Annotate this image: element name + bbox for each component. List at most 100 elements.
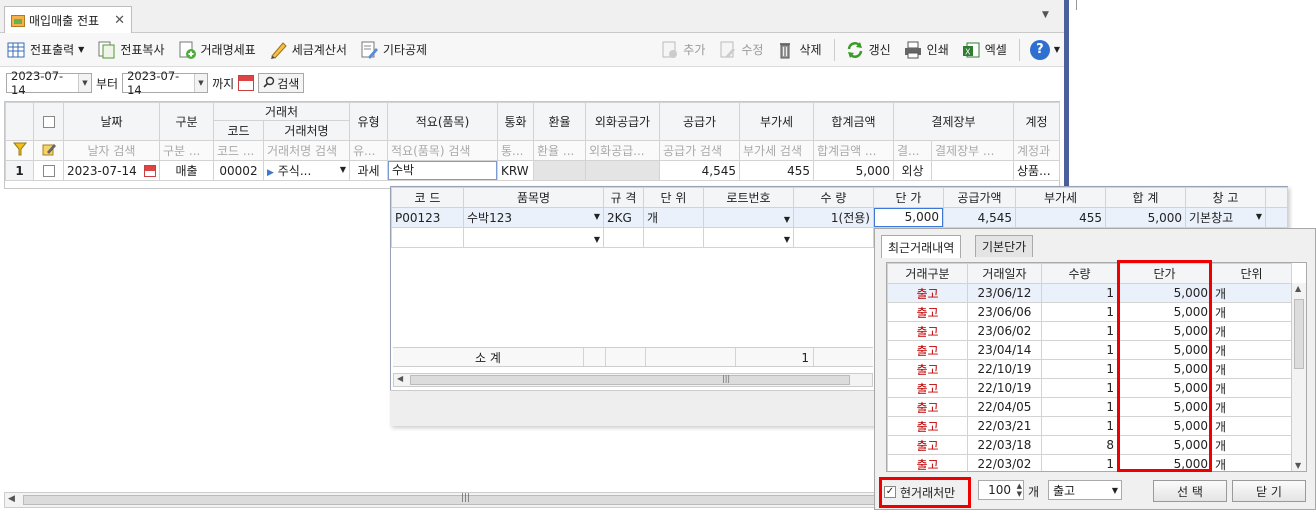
items-col-spec[interactable]: 규 격 bbox=[603, 187, 644, 208]
item-price[interactable]: 5,000 bbox=[873, 207, 944, 228]
recent-cell-qty[interactable]: 1 bbox=[1041, 454, 1118, 471]
table-row[interactable]: 출고 22/03/21 1 5,000 개 bbox=[887, 416, 1292, 436]
cell-total[interactable]: 5,000 bbox=[813, 160, 894, 181]
recent-cell-unit[interactable]: 개 bbox=[1211, 378, 1292, 398]
cell-code[interactable]: 00002 bbox=[213, 160, 264, 181]
statement-button[interactable]: 거래명세표 bbox=[177, 37, 256, 63]
cell-vat[interactable]: 455 bbox=[739, 160, 814, 181]
date-to-field[interactable]: 2023-07-14 ▼ bbox=[122, 69, 209, 97]
recent-cell-kind[interactable]: 출고 bbox=[887, 435, 968, 455]
refresh-button[interactable]: 갱신 bbox=[845, 37, 891, 63]
cell-supply[interactable]: 4,545 bbox=[659, 160, 740, 181]
print-button[interactable]: 인쇄 bbox=[903, 37, 949, 63]
scroll-up-icon[interactable]: ▲ bbox=[1295, 284, 1301, 293]
item-empty-cell[interactable] bbox=[793, 227, 874, 248]
scroll-left-icon[interactable]: ◀ bbox=[397, 374, 403, 383]
items-col-total[interactable]: 합 계 bbox=[1105, 187, 1186, 208]
col-account[interactable]: 계정 bbox=[1013, 102, 1061, 141]
items-col-vat[interactable]: 부가세 bbox=[1015, 187, 1106, 208]
recent-cell-date[interactable]: 22/10/19 bbox=[967, 359, 1042, 379]
date-from-field[interactable]: 2023-07-14 ▼ bbox=[6, 69, 92, 97]
items-col-unit[interactable]: 단 위 bbox=[643, 187, 704, 208]
table-row[interactable]: 출고 23/04/14 1 5,000 개 bbox=[887, 340, 1292, 360]
cell-settlement[interactable]: 외상 bbox=[893, 160, 932, 181]
select-button[interactable]: 선 택 bbox=[1153, 480, 1227, 502]
recent-cell-unit[interactable]: 개 bbox=[1211, 397, 1292, 417]
item-empty-lot[interactable]: ▼ bbox=[703, 227, 794, 248]
items-col-price[interactable]: 단 가 bbox=[873, 187, 944, 208]
cell-partner-name[interactable]: ▶ 주식... ▼ bbox=[263, 160, 350, 181]
item-empty-cell[interactable] bbox=[643, 227, 704, 248]
recent-cell-date[interactable]: 23/06/06 bbox=[967, 302, 1042, 322]
item-lot[interactable]: ▼ bbox=[703, 207, 794, 228]
filter-kind[interactable]: 유... bbox=[349, 140, 388, 161]
tab-recent-transactions[interactable]: 최근거래내역 bbox=[881, 235, 962, 258]
scroll-left-icon[interactable]: ◀ bbox=[8, 494, 15, 504]
recent-col-kind[interactable]: 거래구분 bbox=[887, 263, 968, 284]
table-row[interactable]: 출고 23/06/06 1 5,000 개 bbox=[887, 302, 1292, 322]
items-col-name[interactable]: 품목명 bbox=[463, 187, 604, 208]
col-partner-code[interactable]: 코드 bbox=[213, 120, 264, 141]
col-currency[interactable]: 통화 bbox=[497, 102, 534, 141]
col-type[interactable]: 구분 bbox=[159, 102, 214, 141]
cell-summary[interactable]: 수박 bbox=[387, 160, 498, 181]
chevron-down-icon[interactable]: ▼ bbox=[77, 74, 91, 92]
row-checkbox-cell[interactable] bbox=[33, 160, 64, 181]
recent-cell-qty[interactable]: 1 bbox=[1041, 397, 1118, 417]
recent-cell-qty[interactable]: 1 bbox=[1041, 359, 1118, 379]
kind-filter-select[interactable]: 출고 ▼ bbox=[1048, 480, 1122, 500]
item-name[interactable]: 수박123 ▼ bbox=[463, 207, 604, 228]
recent-cell-unit[interactable]: 개 bbox=[1211, 435, 1292, 455]
table-row[interactable]: 출고 22/10/19 1 5,000 개 bbox=[887, 378, 1292, 398]
filter-type[interactable]: 구분 ... bbox=[159, 140, 214, 161]
recent-cell-date[interactable]: 23/04/14 bbox=[967, 340, 1042, 360]
other-deduction-button[interactable]: 기타공제 bbox=[359, 37, 427, 63]
recent-cell-qty[interactable]: 1 bbox=[1041, 340, 1118, 360]
recent-cell-date[interactable]: 22/03/18 bbox=[967, 435, 1042, 455]
item-empty-cell[interactable] bbox=[603, 227, 644, 248]
item-unit[interactable]: 개 bbox=[643, 207, 704, 228]
recent-cell-unit[interactable]: 개 bbox=[1211, 416, 1292, 436]
recent-cell-date[interactable]: 22/03/21 bbox=[967, 416, 1042, 436]
recent-cell-qty[interactable]: 8 bbox=[1041, 435, 1118, 455]
close-icon[interactable]: ✕ bbox=[114, 13, 125, 28]
recent-cell-kind[interactable]: 출고 bbox=[887, 321, 968, 341]
add-button[interactable]: 추가 bbox=[659, 37, 705, 63]
recent-cell-unit[interactable]: 개 bbox=[1211, 454, 1292, 471]
calendar-icon[interactable] bbox=[238, 75, 255, 91]
recent-cell-qty[interactable]: 1 bbox=[1041, 302, 1118, 322]
item-total[interactable]: 5,000 bbox=[1105, 207, 1186, 228]
chevron-down-icon[interactable]: ▼ bbox=[784, 235, 790, 244]
col-kind[interactable]: 유형 bbox=[349, 102, 388, 141]
recent-cell-kind[interactable]: 출고 bbox=[887, 416, 968, 436]
items-col-lot[interactable]: 로트번호 bbox=[703, 187, 794, 208]
table-row[interactable]: 출고 22/03/18 8 5,000 개 bbox=[887, 435, 1292, 455]
col-supply[interactable]: 공급가 bbox=[659, 102, 740, 141]
table-row[interactable]: 출고 23/06/12 1 5,000 개 bbox=[887, 283, 1292, 303]
filter-total[interactable]: 합계금액 ... bbox=[813, 140, 894, 161]
popup-horizontal-scrollbar[interactable]: ◀ ||| bbox=[393, 373, 873, 387]
table-row[interactable]: 출고 22/04/05 1 5,000 개 bbox=[887, 397, 1292, 417]
recent-cell-date[interactable]: 22/04/05 bbox=[967, 397, 1042, 417]
cell-kind[interactable]: 과세 bbox=[349, 160, 388, 181]
col-vat[interactable]: 부가세 bbox=[739, 102, 814, 141]
tab-list-dropdown-icon[interactable]: ▼ bbox=[1042, 10, 1049, 20]
stepper-arrows-icon[interactable]: ▲ ▼ bbox=[1017, 482, 1022, 498]
recent-cell-qty[interactable]: 1 bbox=[1041, 378, 1118, 398]
filter-summary[interactable]: 적요(품목) 검색 bbox=[387, 140, 498, 161]
recent-cell-kind[interactable]: 출고 bbox=[887, 378, 968, 398]
items-col-warehouse[interactable]: 창 고 bbox=[1185, 187, 1266, 208]
help-button[interactable]: ? ▼ bbox=[1029, 37, 1060, 63]
recent-col-qty[interactable]: 수량 bbox=[1041, 263, 1118, 284]
close-button[interactable]: 닫 기 bbox=[1232, 480, 1306, 502]
filter-date[interactable]: 날자 검색 bbox=[63, 140, 160, 161]
chevron-down-icon[interactable]: ▼ bbox=[340, 165, 346, 174]
recent-cell-date[interactable]: 23/06/02 bbox=[967, 321, 1042, 341]
summary-input[interactable]: 수박 bbox=[388, 161, 497, 180]
excel-button[interactable]: X 엑셀 bbox=[961, 37, 1007, 63]
search-button[interactable]: 검색 bbox=[258, 73, 305, 93]
chevron-down-icon[interactable]: ▼ bbox=[193, 74, 208, 92]
recent-cell-kind[interactable]: 출고 bbox=[887, 397, 968, 417]
item-supply[interactable]: 4,545 bbox=[943, 207, 1016, 228]
recent-cell-kind[interactable]: 출고 bbox=[887, 359, 968, 379]
